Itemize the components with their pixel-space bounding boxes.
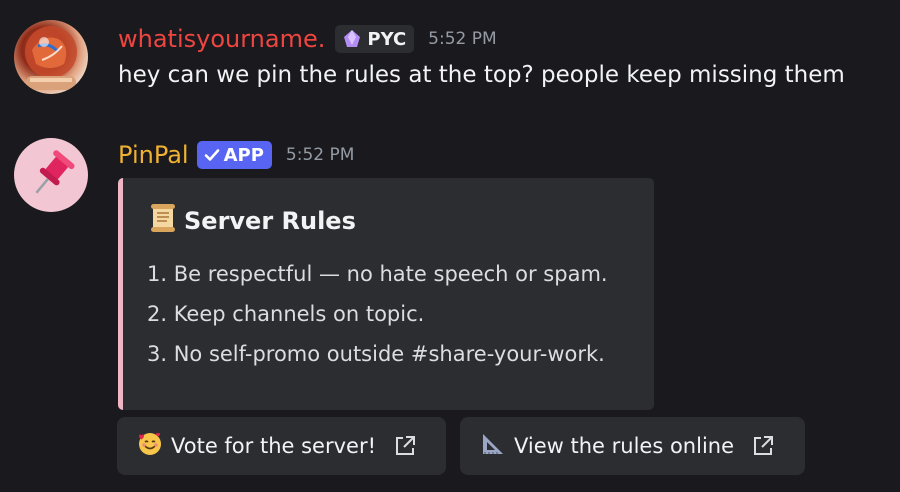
bot-avatar[interactable] xyxy=(14,138,88,212)
view-rules-button-label: View the rules online xyxy=(514,434,735,458)
guild-tag-label: PYC xyxy=(367,28,407,50)
scroll-icon xyxy=(148,202,178,240)
rule-item: 1. Be respectful — no hate speech or spa… xyxy=(147,262,608,286)
external-link-icon xyxy=(750,433,776,459)
pushpin-icon xyxy=(35,150,75,194)
gem-icon xyxy=(344,30,361,47)
timestamp[interactable]: 5:52 PM xyxy=(428,29,497,49)
username[interactable]: PinPal xyxy=(118,141,189,169)
username[interactable]: whatisyourname. xyxy=(118,25,325,53)
app-tag-label: APP xyxy=(223,144,264,166)
rules-embed: Server Rules 1. Be respectful — no hate … xyxy=(118,178,654,410)
snow-globe-icon xyxy=(25,26,77,90)
app-tag: APP xyxy=(196,141,272,169)
embed-title-text: Server Rules xyxy=(184,207,356,235)
triangular-ruler-icon xyxy=(480,431,506,462)
external-link-icon xyxy=(392,433,418,459)
vote-button-label: Vote for the server! xyxy=(171,434,376,458)
vote-button[interactable]: Vote for the server! xyxy=(117,417,446,475)
guild-tag[interactable]: PYC xyxy=(335,25,415,53)
user-avatar[interactable] xyxy=(14,20,88,94)
timestamp[interactable]: 5:52 PM xyxy=(286,145,355,165)
verified-check-icon xyxy=(204,149,219,161)
smiling-face-with-hearts-icon xyxy=(137,431,163,462)
embed-title: Server Rules xyxy=(148,202,356,240)
rule-item: 3. No self-promo outside #share-your-wor… xyxy=(147,342,605,366)
rule-item: 2. Keep channels on topic. xyxy=(147,302,425,326)
view-rules-button[interactable]: View the rules online xyxy=(460,417,805,475)
message-content: hey can we pin the rules at the top? peo… xyxy=(118,62,845,88)
